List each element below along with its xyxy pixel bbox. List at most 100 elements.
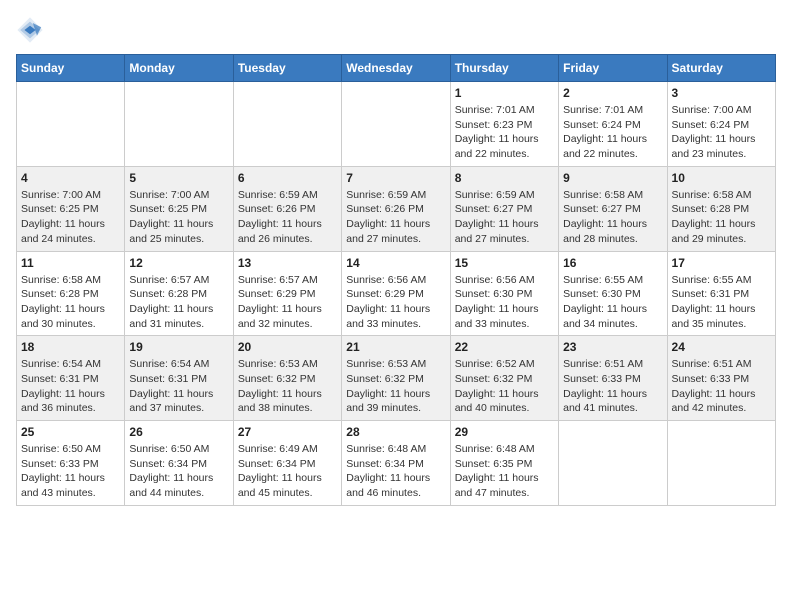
calendar-day-7: 7 Sunrise: 6:59 AMSunset: 6:26 PMDaylight… <box>342 166 450 251</box>
day-info: Sunrise: 6:55 AMSunset: 6:30 PMDaylight:… <box>563 273 662 332</box>
calendar-day-9: 9 Sunrise: 6:58 AMSunset: 6:27 PMDaylight… <box>559 166 667 251</box>
calendar-empty-cell <box>125 82 233 167</box>
day-info: Sunrise: 6:48 AMSunset: 6:35 PMDaylight:… <box>455 442 554 501</box>
day-info: Sunrise: 6:59 AMSunset: 6:26 PMDaylight:… <box>346 188 445 247</box>
day-number: 13 <box>238 256 337 270</box>
calendar-day-17: 17 Sunrise: 6:55 AMSunset: 6:31 PMDayligh… <box>667 251 775 336</box>
calendar-day-4: 4 Sunrise: 7:00 AMSunset: 6:25 PMDaylight… <box>17 166 125 251</box>
day-number: 21 <box>346 340 445 354</box>
day-number: 18 <box>21 340 120 354</box>
calendar-day-5: 5 Sunrise: 7:00 AMSunset: 6:25 PMDaylight… <box>125 166 233 251</box>
logo <box>16 16 48 44</box>
calendar-week-row: 11Sunrise: 6:58 AMSunset: 6:28 PMDayligh… <box>17 251 776 336</box>
weekday-header-tuesday: Tuesday <box>233 55 341 82</box>
day-info: Sunrise: 6:49 AMSunset: 6:34 PMDaylight:… <box>238 442 337 501</box>
calendar-week-row: 1 Sunrise: 7:01 AMSunset: 6:23 PMDaylight… <box>17 82 776 167</box>
day-info: Sunrise: 7:01 AMSunset: 6:23 PMDaylight:… <box>455 103 554 162</box>
calendar-empty-cell <box>342 82 450 167</box>
calendar-day-28: 28 Sunrise: 6:48 AMSunset: 6:34 PMDayligh… <box>342 421 450 506</box>
weekday-header-monday: Monday <box>125 55 233 82</box>
calendar-day-11: 11Sunrise: 6:58 AMSunset: 6:28 PMDayligh… <box>17 251 125 336</box>
day-number: 24 <box>672 340 771 354</box>
calendar-empty-cell <box>17 82 125 167</box>
calendar-day-3: 3 Sunrise: 7:00 AMSunset: 6:24 PMDaylight… <box>667 82 775 167</box>
calendar-day-8: 8 Sunrise: 6:59 AMSunset: 6:27 PMDaylight… <box>450 166 558 251</box>
calendar-day-24: 24Sunrise: 6:51 AMSunset: 6:33 PMDayligh… <box>667 336 775 421</box>
day-number: 2 <box>563 86 662 100</box>
calendar-day-13: 13 Sunrise: 6:57 AMSunset: 6:29 PMDayligh… <box>233 251 341 336</box>
calendar-day-12: 12Sunrise: 6:57 AMSunset: 6:28 PMDayligh… <box>125 251 233 336</box>
calendar-day-15: 15 Sunrise: 6:56 AMSunset: 6:30 PMDayligh… <box>450 251 558 336</box>
weekday-header-friday: Friday <box>559 55 667 82</box>
calendar-day-16: 16 Sunrise: 6:55 AMSunset: 6:30 PMDayligh… <box>559 251 667 336</box>
logo-icon <box>16 16 44 44</box>
calendar-table: SundayMondayTuesdayWednesdayThursdayFrid… <box>16 54 776 506</box>
day-number: 17 <box>672 256 771 270</box>
calendar-day-1: 1 Sunrise: 7:01 AMSunset: 6:23 PMDaylight… <box>450 82 558 167</box>
calendar-day-20: 20 Sunrise: 6:53 AMSunset: 6:32 PMDayligh… <box>233 336 341 421</box>
day-number: 8 <box>455 171 554 185</box>
day-info: Sunrise: 6:57 AMSunset: 6:28 PMDaylight:… <box>129 273 228 332</box>
day-number: 20 <box>238 340 337 354</box>
weekday-header-saturday: Saturday <box>667 55 775 82</box>
day-info: Sunrise: 6:54 AMSunset: 6:31 PMDaylight:… <box>129 357 228 416</box>
calendar-day-19: 19 Sunrise: 6:54 AMSunset: 6:31 PMDayligh… <box>125 336 233 421</box>
calendar-day-6: 6 Sunrise: 6:59 AMSunset: 6:26 PMDaylight… <box>233 166 341 251</box>
day-number: 5 <box>129 171 228 185</box>
day-number: 28 <box>346 425 445 439</box>
day-number: 25 <box>21 425 120 439</box>
day-number: 15 <box>455 256 554 270</box>
day-info: Sunrise: 7:00 AMSunset: 6:24 PMDaylight:… <box>672 103 771 162</box>
day-info: Sunrise: 7:00 AMSunset: 6:25 PMDaylight:… <box>21 188 120 247</box>
calendar-empty-cell <box>559 421 667 506</box>
day-number: 1 <box>455 86 554 100</box>
day-info: Sunrise: 6:52 AMSunset: 6:32 PMDaylight:… <box>455 357 554 416</box>
day-number: 16 <box>563 256 662 270</box>
day-info: Sunrise: 6:59 AMSunset: 6:26 PMDaylight:… <box>238 188 337 247</box>
calendar-empty-cell <box>233 82 341 167</box>
calendar-day-27: 27Sunrise: 6:49 AMSunset: 6:34 PMDayligh… <box>233 421 341 506</box>
day-number: 9 <box>563 171 662 185</box>
calendar-week-row: 18 Sunrise: 6:54 AMSunset: 6:31 PMDayligh… <box>17 336 776 421</box>
day-info: Sunrise: 6:58 AMSunset: 6:28 PMDaylight:… <box>672 188 771 247</box>
day-info: Sunrise: 7:01 AMSunset: 6:24 PMDaylight:… <box>563 103 662 162</box>
day-info: Sunrise: 6:56 AMSunset: 6:30 PMDaylight:… <box>455 273 554 332</box>
day-number: 10 <box>672 171 771 185</box>
day-info: Sunrise: 6:56 AMSunset: 6:29 PMDaylight:… <box>346 273 445 332</box>
weekday-header-thursday: Thursday <box>450 55 558 82</box>
calendar-week-row: 4 Sunrise: 7:00 AMSunset: 6:25 PMDaylight… <box>17 166 776 251</box>
day-info: Sunrise: 6:51 AMSunset: 6:33 PMDaylight:… <box>563 357 662 416</box>
day-info: Sunrise: 6:50 AMSunset: 6:33 PMDaylight:… <box>21 442 120 501</box>
calendar-day-21: 21 Sunrise: 6:53 AMSunset: 6:32 PMDayligh… <box>342 336 450 421</box>
calendar-header-row: SundayMondayTuesdayWednesdayThursdayFrid… <box>17 55 776 82</box>
day-info: Sunrise: 6:58 AMSunset: 6:27 PMDaylight:… <box>563 188 662 247</box>
calendar-day-25: 25 Sunrise: 6:50 AMSunset: 6:33 PMDayligh… <box>17 421 125 506</box>
weekday-header-sunday: Sunday <box>17 55 125 82</box>
calendar-day-18: 18Sunrise: 6:54 AMSunset: 6:31 PMDayligh… <box>17 336 125 421</box>
calendar-week-row: 25 Sunrise: 6:50 AMSunset: 6:33 PMDayligh… <box>17 421 776 506</box>
calendar-day-23: 23 Sunrise: 6:51 AMSunset: 6:33 PMDayligh… <box>559 336 667 421</box>
calendar-day-26: 26Sunrise: 6:50 AMSunset: 6:34 PMDayligh… <box>125 421 233 506</box>
day-info: Sunrise: 6:50 AMSunset: 6:34 PMDaylight:… <box>129 442 228 501</box>
day-number: 22 <box>455 340 554 354</box>
calendar-day-29: 29Sunrise: 6:48 AMSunset: 6:35 PMDayligh… <box>450 421 558 506</box>
day-number: 23 <box>563 340 662 354</box>
day-number: 4 <box>21 171 120 185</box>
day-info: Sunrise: 6:53 AMSunset: 6:32 PMDaylight:… <box>346 357 445 416</box>
day-info: Sunrise: 6:53 AMSunset: 6:32 PMDaylight:… <box>238 357 337 416</box>
day-info: Sunrise: 6:58 AMSunset: 6:28 PMDaylight:… <box>21 273 120 332</box>
day-number: 7 <box>346 171 445 185</box>
day-info: Sunrise: 7:00 AMSunset: 6:25 PMDaylight:… <box>129 188 228 247</box>
day-info: Sunrise: 6:48 AMSunset: 6:34 PMDaylight:… <box>346 442 445 501</box>
day-info: Sunrise: 6:57 AMSunset: 6:29 PMDaylight:… <box>238 273 337 332</box>
day-info: Sunrise: 6:55 AMSunset: 6:31 PMDaylight:… <box>672 273 771 332</box>
weekday-header-wednesday: Wednesday <box>342 55 450 82</box>
day-number: 6 <box>238 171 337 185</box>
day-number: 19 <box>129 340 228 354</box>
day-number: 3 <box>672 86 771 100</box>
calendar-empty-cell <box>667 421 775 506</box>
calendar-day-10: 10 Sunrise: 6:58 AMSunset: 6:28 PMDayligh… <box>667 166 775 251</box>
calendar-day-2: 2 Sunrise: 7:01 AMSunset: 6:24 PMDaylight… <box>559 82 667 167</box>
day-info: Sunrise: 6:59 AMSunset: 6:27 PMDaylight:… <box>455 188 554 247</box>
page-header <box>16 16 776 44</box>
